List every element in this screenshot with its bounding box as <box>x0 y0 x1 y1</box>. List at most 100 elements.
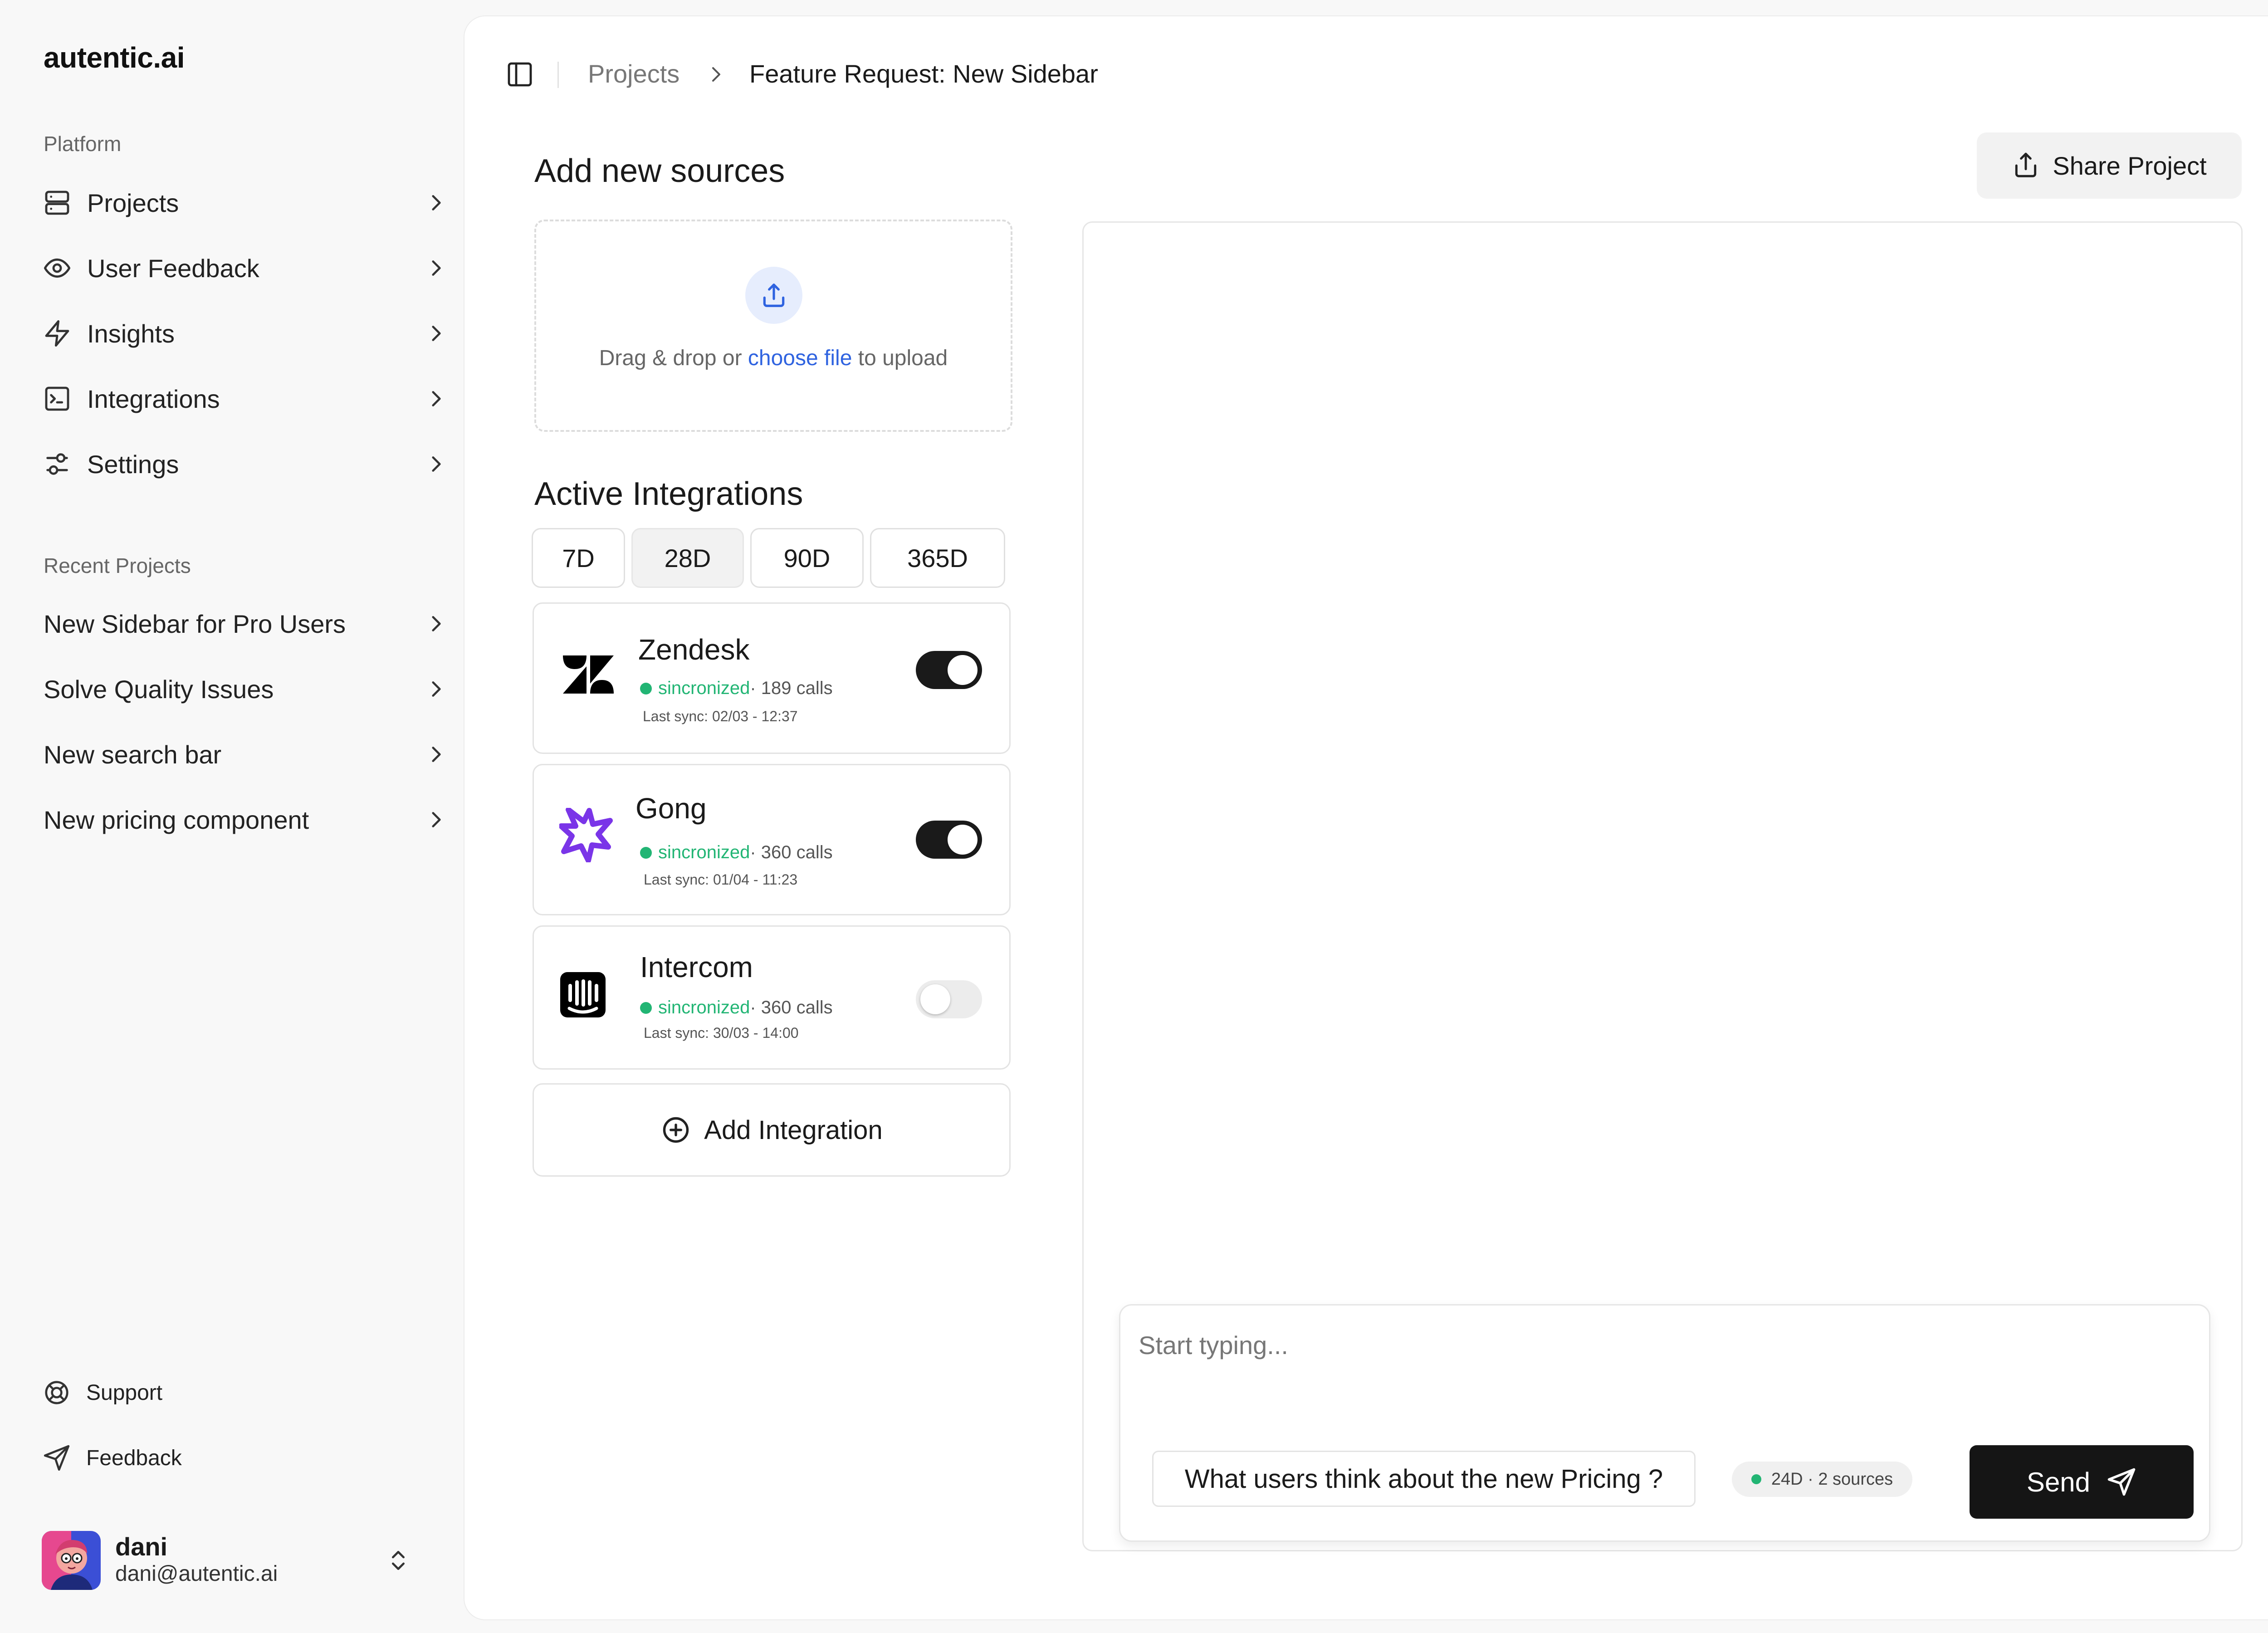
chevron-right-icon <box>425 257 447 279</box>
integration-status: sincronized · 360 calls <box>640 842 833 863</box>
chevron-right-icon <box>425 322 447 345</box>
sidebar-item-projects[interactable]: Projects <box>36 178 454 228</box>
sidebar-item-integrations[interactable]: Integrations <box>36 374 454 424</box>
support-link[interactable]: Support <box>36 1370 263 1415</box>
chat-panel: What users think about the new Pricing ?… <box>1082 221 2243 1551</box>
status-label: sincronized <box>658 678 750 698</box>
status-label: sincronized <box>658 842 750 862</box>
chevron-right-icon <box>425 678 447 700</box>
share-icon <box>2012 152 2040 180</box>
share-project-button[interactable]: Share Project <box>1977 132 2242 199</box>
user-email: dani@autentic.ai <box>115 1562 278 1586</box>
status-dot <box>640 1002 652 1014</box>
range-tab-7d[interactable]: 7D <box>532 528 625 588</box>
upload-icon <box>760 281 788 309</box>
recent-project-item[interactable]: New pricing component <box>36 795 454 845</box>
eye-icon <box>43 254 72 283</box>
breadcrumb-projects[interactable]: Projects <box>588 59 679 88</box>
dropzone-prefix: Drag & drop or <box>599 346 742 370</box>
sidebar: autentic.ai Platform Projects User Feedb… <box>0 0 464 1633</box>
recent-project-item[interactable]: New search bar <box>36 729 454 779</box>
status-dot <box>1751 1474 1761 1484</box>
range-tab-28d[interactable]: 28D <box>631 528 744 588</box>
integration-card-zendesk: Zendesk sincronized · 189 calls Last syn… <box>533 602 1011 754</box>
sidebar-item-settings[interactable]: Settings <box>36 439 454 489</box>
sidebar-item-label: Integrations <box>87 384 220 413</box>
intercom-logo-icon <box>558 970 613 1025</box>
sidebar-item-label: Settings <box>87 450 179 479</box>
toggle-knob <box>948 825 978 855</box>
feedback-label: Feedback <box>86 1446 182 1470</box>
call-count: · 360 calls <box>750 842 833 862</box>
gong-logo-icon <box>559 808 614 862</box>
plus-circle-icon <box>660 1115 691 1145</box>
sidebar-toggle-icon[interactable] <box>505 60 534 89</box>
suggested-prompt[interactable]: What users think about the new Pricing ? <box>1152 1451 1696 1507</box>
send-icon <box>2107 1467 2136 1497</box>
integration-card-intercom: Intercom sincronized · 360 calls Last sy… <box>533 925 1011 1070</box>
integration-name: Gong <box>635 792 707 825</box>
call-count: · 189 calls <box>750 678 833 698</box>
integration-name: Intercom <box>640 951 753 983</box>
chat-input[interactable] <box>1139 1325 2182 1365</box>
recent-project-item[interactable]: New Sidebar for Pro Users <box>36 599 454 649</box>
add-integration-button[interactable]: Add Integration <box>533 1083 1011 1177</box>
sidebar-item-label: User Feedback <box>87 254 259 283</box>
server-icon <box>43 188 72 217</box>
chevron-right-icon <box>425 453 447 475</box>
send-button[interactable]: Send <box>1970 1445 2194 1519</box>
chevron-right-icon <box>705 64 727 85</box>
avatar <box>42 1531 101 1590</box>
dropzone-suffix: to upload <box>858 346 948 370</box>
integration-name: Zendesk <box>638 633 750 666</box>
scope-label: 24D · 2 sources <box>1771 1469 1893 1489</box>
section-label-platform: Platform <box>44 132 122 156</box>
send-label: Send <box>2026 1467 2091 1497</box>
chat-composer: What users think about the new Pricing ?… <box>1119 1304 2210 1542</box>
upload-button[interactable] <box>745 267 802 324</box>
share-project-label: Share Project <box>2053 151 2207 180</box>
toggle-knob <box>920 984 950 1014</box>
file-dropzone[interactable]: Drag & drop or choose file to upload <box>534 220 1012 432</box>
choose-file-link[interactable]: choose file <box>748 346 852 370</box>
feedback-link[interactable]: Feedback <box>36 1435 263 1481</box>
dropzone-text: Drag & drop or choose file to upload <box>536 346 1011 371</box>
recent-project-label: New pricing component <box>44 805 309 834</box>
status-label: sincronized <box>658 997 750 1017</box>
status-dot <box>640 682 652 694</box>
chevrons-up-down-icon <box>386 1548 411 1573</box>
section-label-recent-projects: Recent Projects <box>44 554 191 577</box>
lightning-icon <box>43 319 72 348</box>
recent-project-label: New Sidebar for Pro Users <box>44 609 346 638</box>
gong-toggle[interactable] <box>916 821 982 859</box>
add-integration-label: Add Integration <box>704 1115 883 1145</box>
chevron-right-icon <box>425 387 447 410</box>
active-integrations-title: Active Integrations <box>534 476 803 512</box>
add-sources-title: Add new sources <box>534 153 785 189</box>
intercom-toggle[interactable] <box>916 980 982 1018</box>
chevron-right-icon <box>425 743 447 766</box>
main-panel: Projects Feature Request: New Sidebar Sh… <box>464 15 2268 1620</box>
range-tab-90d[interactable]: 90D <box>750 528 864 588</box>
recent-project-label: Solve Quality Issues <box>44 675 274 704</box>
recent-project-item[interactable]: Solve Quality Issues <box>36 664 454 714</box>
integration-card-gong: Gong sincronized · 360 calls Last sync: … <box>533 764 1011 915</box>
chevron-right-icon <box>425 191 447 214</box>
last-sync: Last sync: 30/03 - 14:00 <box>644 1025 799 1041</box>
user-menu[interactable]: dani dani@autentic.ai <box>42 1529 423 1592</box>
sliders-icon <box>43 450 72 479</box>
zendesk-toggle[interactable] <box>916 651 982 689</box>
sidebar-item-user-feedback[interactable]: User Feedback <box>36 243 454 293</box>
range-tab-365d[interactable]: 365D <box>870 528 1005 588</box>
last-sync: Last sync: 02/03 - 12:37 <box>643 708 798 724</box>
chevron-right-icon <box>425 612 447 635</box>
breadcrumb-current: Feature Request: New Sidebar <box>749 59 1098 88</box>
life-buoy-icon <box>43 1379 71 1407</box>
sidebar-item-insights[interactable]: Insights <box>36 308 454 358</box>
scope-badge: 24D · 2 sources <box>1732 1462 1912 1497</box>
support-label: Support <box>86 1380 163 1405</box>
sidebar-item-label: Insights <box>87 319 175 348</box>
brand-logo[interactable]: autentic.ai <box>44 41 185 74</box>
terminal-square-icon <box>43 384 72 413</box>
toggle-knob <box>948 655 978 685</box>
